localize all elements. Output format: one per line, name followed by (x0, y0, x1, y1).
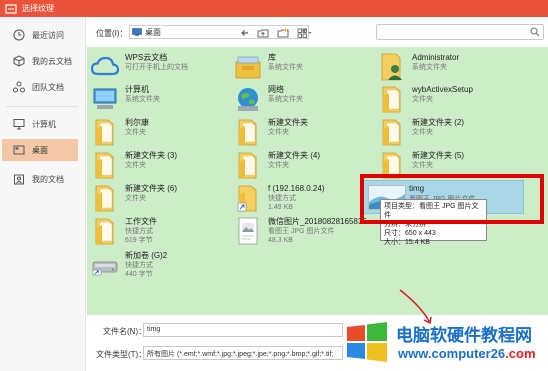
cube-icon (12, 54, 26, 68)
file-type: 文件夹 (412, 129, 433, 136)
sidebar-item-my-docs[interactable]: 我的文档 (2, 168, 78, 190)
network-icon (233, 82, 263, 116)
sidebar-item-label: 我的云文档 (32, 56, 72, 66)
sidebar-item-recent[interactable]: 最近访问 (2, 24, 78, 46)
watermark-url-prefix: www.computer26 (398, 346, 506, 361)
file-type: 文件夹 (125, 195, 146, 202)
sidebar-item-cloud-docs[interactable]: 我的云文档 (2, 50, 78, 72)
file-name: 新建文件夹 (2) (412, 118, 464, 127)
sidebar-item-desktop[interactable]: 桌面 (2, 139, 78, 161)
monitor-icon (12, 117, 26, 131)
file-name: 库 (268, 53, 276, 62)
file-type: 系统文件夹 (268, 96, 303, 103)
file-name: 网络 (268, 85, 284, 94)
desktop-icon (12, 143, 26, 157)
title-bar: 选择纹理 (0, 0, 548, 17)
file-name: 新建文件夹 (5) (412, 151, 464, 160)
file-size: 440 字节 (125, 271, 153, 278)
file-type: 系统文件夹 (125, 96, 160, 103)
file-type: 系统文件夹 (412, 64, 447, 71)
sidebar-divider (6, 106, 78, 107)
sidebar-item-computer[interactable]: 计算机 (2, 113, 78, 135)
filename-input[interactable]: timg (143, 323, 343, 337)
file-type: 文件夹 (125, 129, 146, 136)
file-name: 利尔康 (125, 118, 149, 127)
search-input[interactable] (376, 24, 544, 40)
file-type: 看图王 JPG 图片文件 (268, 228, 335, 235)
sidebar-item-label: 团队文档 (32, 82, 64, 92)
file-name: 新建文件夹 (268, 118, 308, 127)
folder-icon (90, 214, 120, 248)
file-type: 文件夹 (268, 129, 289, 136)
location-toolbar: 位置(I)： 桌面 ▾ (87, 17, 548, 47)
file-name: WPS云文档 (125, 53, 168, 62)
team-icon (12, 80, 26, 94)
file-type: 文件夹 (412, 162, 433, 169)
watermark-url: www.computer26.com (398, 346, 536, 361)
file-item[interactable]: 微信图片_20180828165835 看图王 JPG 图片文件 48.3 KB (233, 214, 373, 252)
file-type: 系统文件夹 (268, 64, 303, 71)
file-name: 新建文件夹 (6) (125, 184, 177, 193)
file-type: 文件夹 (412, 96, 433, 103)
file-name: 工作文件 (125, 217, 157, 226)
folder-icon (377, 115, 407, 149)
location-value: 桌面 (145, 27, 161, 37)
sidebar-item-label: 计算机 (32, 119, 56, 129)
file-size: 619 字节 (125, 237, 153, 244)
file-item[interactable]: 工作文件快捷方式 619 字节 (90, 214, 230, 252)
shortcut-folder-icon (233, 181, 263, 215)
up-folder-icon[interactable] (257, 27, 269, 39)
library-icon (233, 50, 263, 84)
watermark: 电脑软硬件教程网 www.computer26.com (340, 318, 548, 371)
folder-icon (377, 82, 407, 116)
file-type: 文件夹 (125, 162, 146, 169)
filename-label: 文件名(N)： (103, 327, 147, 336)
file-type: 可打开手机上的文档 (125, 64, 188, 71)
windows-logo-icon (347, 322, 387, 362)
file-name: 新建文件夹 (4) (268, 151, 320, 160)
view-mode-icon[interactable] (297, 27, 313, 39)
new-folder-icon[interactable] (277, 27, 289, 39)
sidebar-item-label: 桌面 (32, 145, 48, 155)
file-name: 新加卷 (G)2 (125, 251, 168, 260)
user-folder-icon (377, 50, 407, 84)
back-arrow-icon[interactable] (239, 27, 251, 39)
wps-logo-icon (4, 3, 18, 15)
clock-icon (12, 28, 26, 42)
location-label: 位置(I)： (96, 29, 128, 38)
desktop-small-icon (132, 28, 142, 36)
file-type: 文件夹 (268, 162, 289, 169)
computer-icon (90, 82, 120, 116)
file-name: 计算机 (125, 85, 149, 94)
cloud-icon (90, 50, 120, 84)
drive-icon (90, 248, 120, 282)
filetype-label: 文件类型(T)： (96, 350, 147, 359)
document-icon (12, 172, 26, 186)
file-name: Administrator (412, 53, 460, 62)
folder-icon (90, 181, 120, 215)
search-icon (530, 27, 540, 37)
file-type: 快捷方式 (125, 228, 153, 235)
folder-icon (90, 148, 120, 182)
highlight-box (360, 174, 544, 224)
tooltip-size: 大小：15.4 KB (384, 239, 430, 246)
image-file-icon (233, 214, 263, 248)
sidebar-item-team-docs[interactable]: 团队文档 (2, 76, 78, 98)
file-name: 新建文件夹 (3) (125, 151, 177, 160)
filetype-select[interactable]: 所有图片 (*.emf;*.wmf;*.jpg;*.jpeg;*.jpe;*.p… (143, 346, 343, 360)
file-name: wybActivexSetup (412, 85, 473, 94)
folder-icon (233, 148, 263, 182)
sidebar: 最近访问 我的云文档 团队文档 计算机 桌面 我的文档 (0, 17, 86, 371)
window-title: 选择纹理 (22, 4, 54, 13)
file-type: 快捷方式 (125, 262, 153, 269)
watermark-url-suffix: .com (505, 346, 536, 361)
sidebar-item-label: 我的文档 (32, 174, 64, 184)
tooltip-dimensions: 尺寸：650 x 443 (384, 230, 436, 237)
folder-icon (90, 115, 120, 149)
folder-icon (233, 115, 263, 149)
file-item[interactable]: 新加卷 (G)2 快捷方式 440 字节 (90, 248, 230, 286)
file-size: 48.3 KB (268, 237, 293, 244)
watermark-title: 电脑软硬件教程网 (396, 326, 532, 346)
sidebar-item-label: 最近访问 (32, 30, 64, 40)
